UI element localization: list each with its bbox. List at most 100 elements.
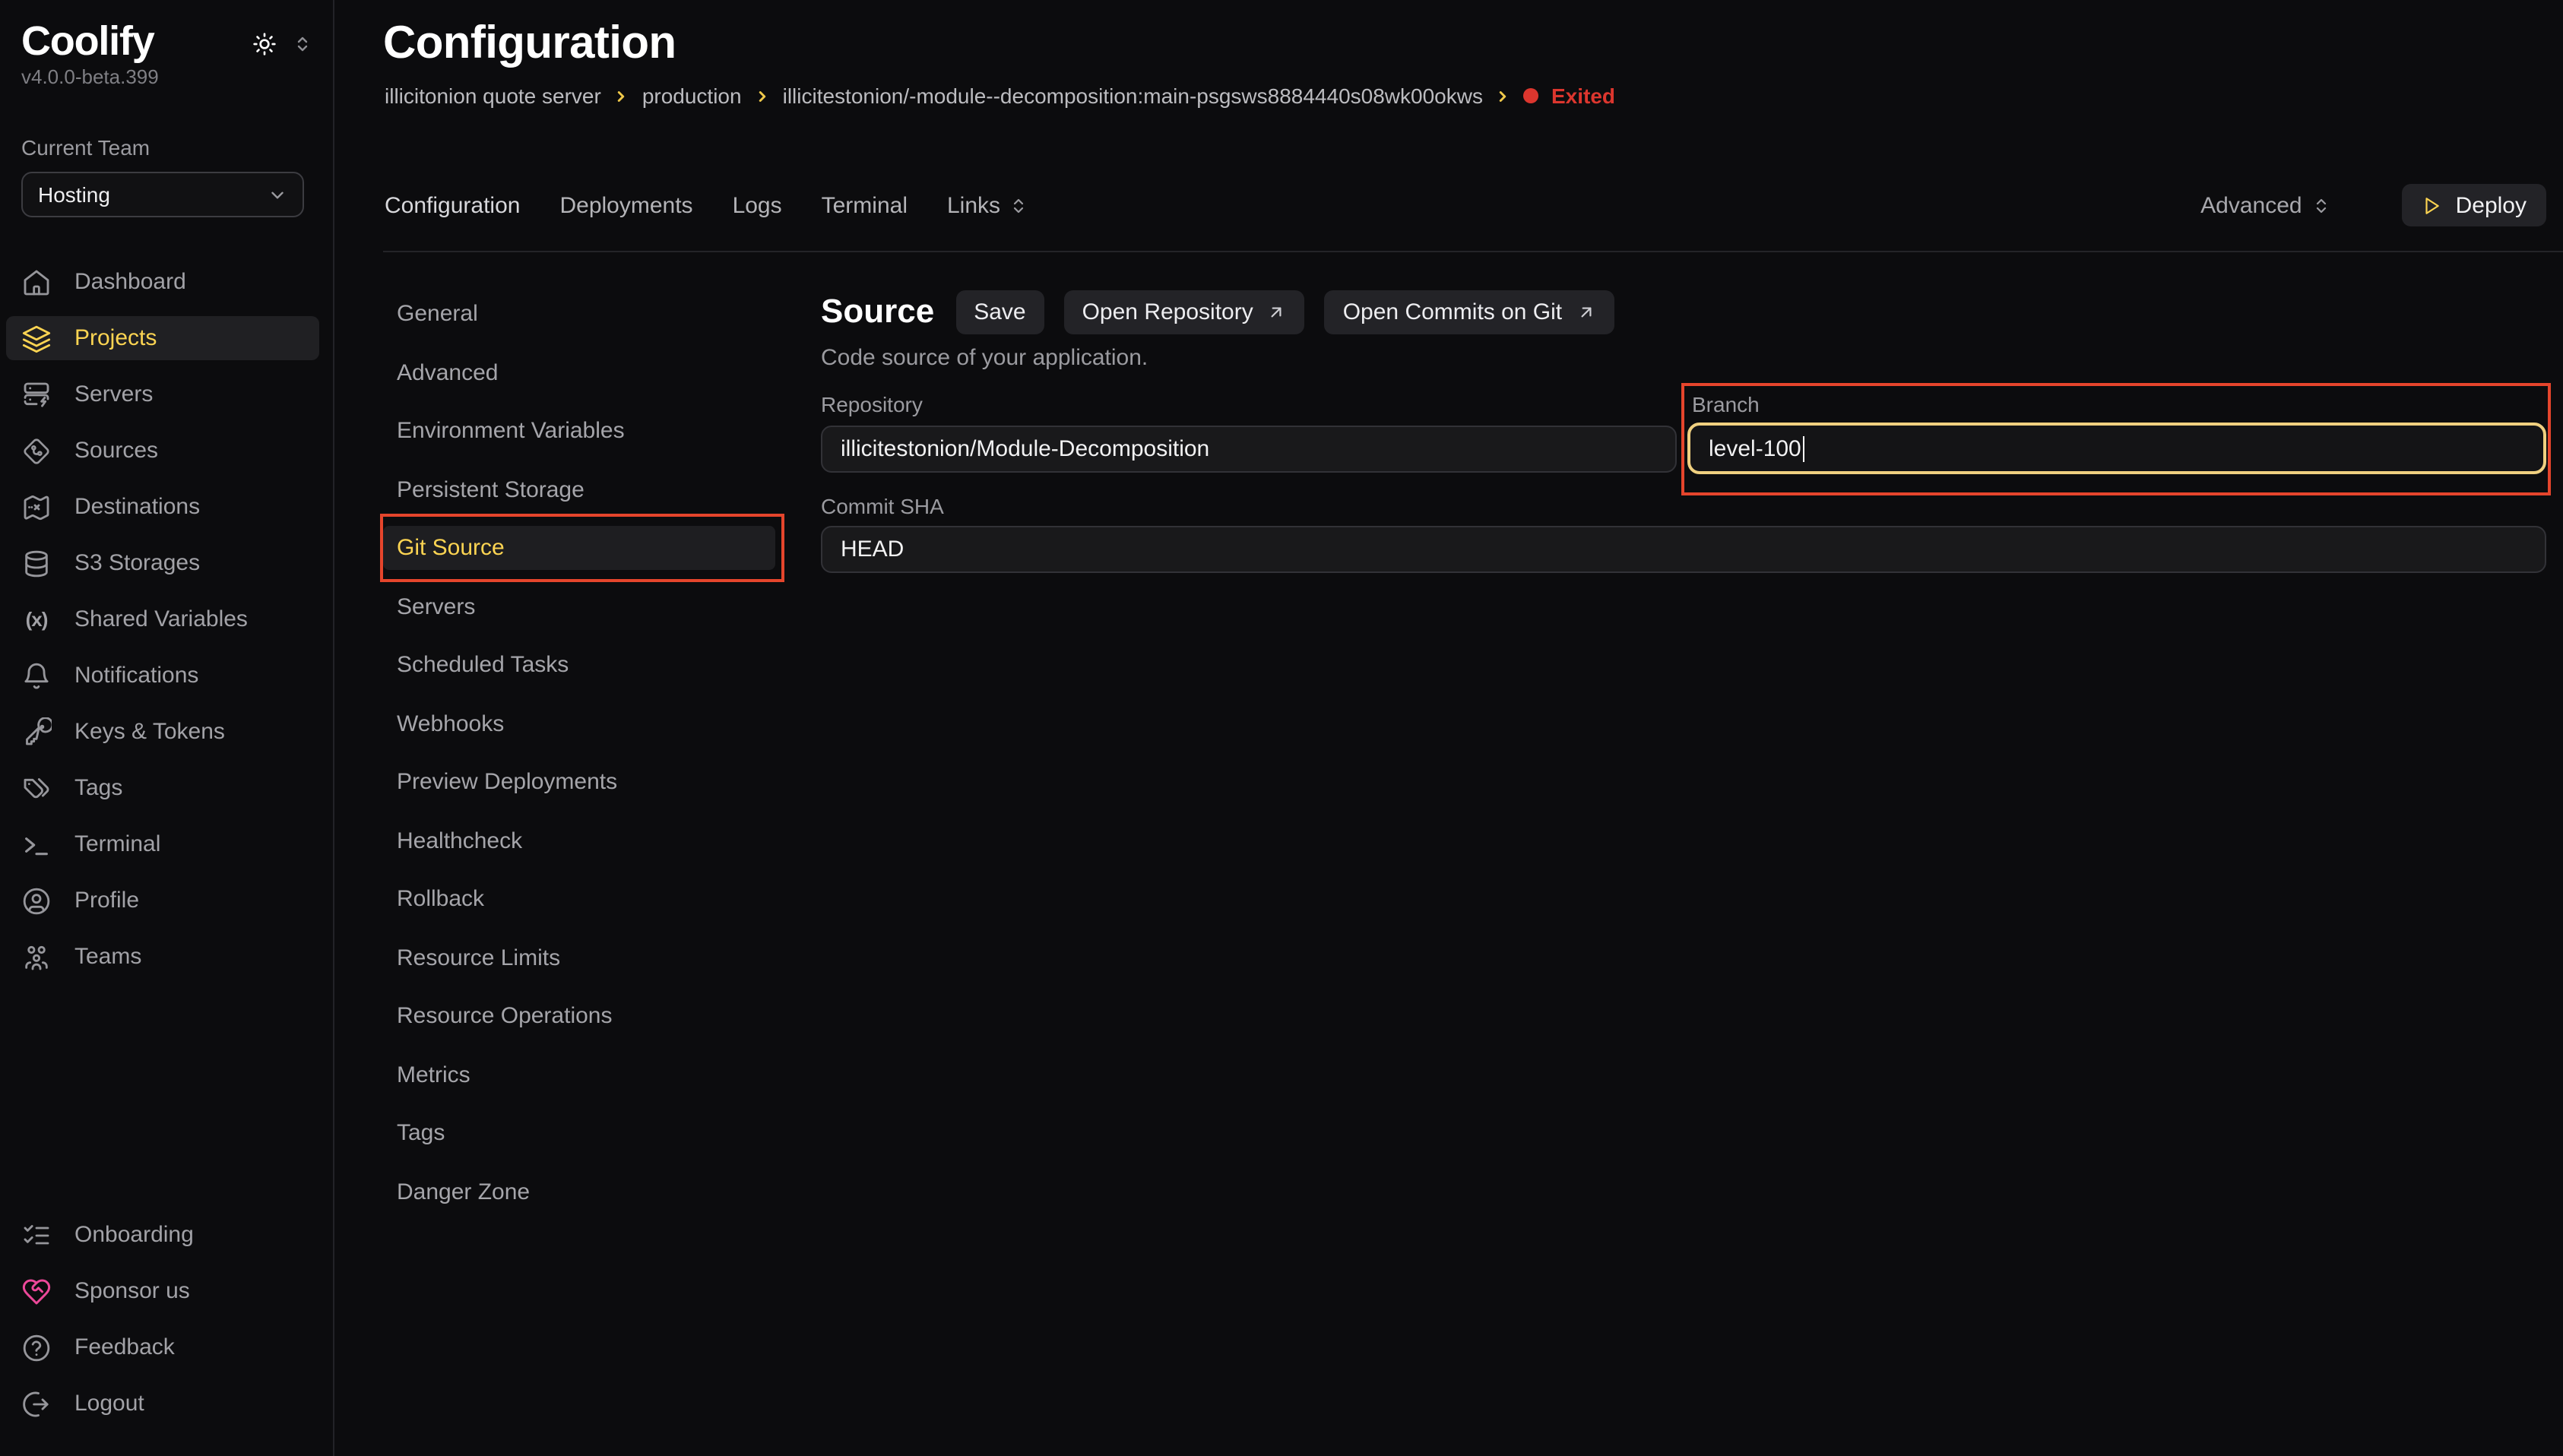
source-description: Code source of your application.: [821, 345, 2546, 372]
source-header: Source Save Open Repository Open Commits…: [821, 289, 2546, 334]
sidebar-item-projects[interactable]: Projects: [6, 316, 319, 360]
subnav-preview-deployments[interactable]: Preview Deployments: [383, 760, 775, 804]
subnav-resource-operations[interactable]: Resource Operations: [383, 994, 775, 1038]
subnav-rollback[interactable]: Rollback: [383, 877, 775, 921]
sidebar-item-label: Tags: [74, 775, 122, 801]
chevron-right-icon: [754, 88, 771, 105]
open-commits-button[interactable]: Open Commits on Git: [1325, 290, 1614, 334]
subnav-resource-limits[interactable]: Resource Limits: [383, 935, 775, 980]
sidebar-item-label: Notifications: [74, 663, 198, 688]
chevron-right-icon: [613, 88, 630, 105]
team-select-value: Hosting: [38, 182, 110, 207]
heart-icon: [21, 1276, 52, 1306]
tab-links[interactable]: Links: [947, 192, 1028, 218]
git-source-panel: Source Save Open Repository Open Commits…: [821, 289, 2546, 573]
commit-sha-label: Commit SHA: [821, 492, 2546, 520]
team-select[interactable]: Hosting: [21, 172, 304, 217]
status-badge: Exited: [1551, 84, 1615, 108]
users-icon: [21, 942, 52, 972]
save-button[interactable]: Save: [955, 290, 1044, 334]
tabbar-divider: [383, 251, 2563, 252]
bell-icon: [21, 660, 52, 691]
coolify-app: Coolify v4.0.0-beta.399 Current Team Hos…: [0, 0, 2563, 1456]
repository-label: Repository: [821, 391, 1677, 418]
tab-configuration[interactable]: Configuration: [385, 192, 520, 218]
git-source-icon: [21, 435, 52, 466]
sidebar-item-shared-variables[interactable]: (x) Shared Variables: [6, 597, 319, 641]
commit-sha-input[interactable]: HEAD: [821, 526, 2546, 573]
subnav-git-source[interactable]: Git Source: [383, 526, 775, 570]
sidebar-item-label: Keys & Tokens: [74, 719, 225, 745]
list-checks-icon: [21, 1220, 52, 1250]
subnav-environment-variables[interactable]: Environment Variables: [383, 409, 775, 453]
sidebar-item-tags[interactable]: Tags: [6, 766, 319, 810]
sidebar-item-keys-tokens[interactable]: Keys & Tokens: [6, 710, 319, 754]
sidebar-item-dashboard[interactable]: Dashboard: [6, 260, 319, 304]
breadcrumb-application[interactable]: illicitestonion/-module--decomposition:m…: [783, 84, 1483, 108]
breadcrumb: illicitonion quote server production ill…: [385, 84, 1615, 108]
sidebar-item-label: Destinations: [74, 494, 200, 520]
sidebar-item-s3-storages[interactable]: S3 Storages: [6, 541, 319, 585]
sidebar-item-terminal[interactable]: Terminal: [6, 822, 319, 866]
external-link-icon: [1576, 302, 1595, 321]
subnav-general[interactable]: General: [383, 292, 775, 336]
sidebar-item-profile[interactable]: Profile: [6, 878, 319, 923]
sidebar-item-label: Logout: [74, 1391, 144, 1416]
layers-icon: [21, 323, 52, 353]
tab-deployments[interactable]: Deployments: [559, 192, 692, 218]
chevrons-up-down-icon: [2313, 195, 2331, 215]
breadcrumb-project[interactable]: illicitonion quote server: [385, 84, 601, 108]
subnav-healthcheck[interactable]: Healthcheck: [383, 818, 775, 863]
page-title: Configuration: [383, 18, 676, 70]
deploy-button[interactable]: Deploy: [2403, 184, 2546, 226]
home-icon: [21, 267, 52, 297]
sidebar-item-destinations[interactable]: Destinations: [6, 485, 319, 529]
repository-input[interactable]: illicitestonion/Module-Decomposition: [821, 426, 1677, 473]
sidebar-nav: Dashboard Projects Servers Sources Desti…: [0, 260, 333, 979]
breadcrumb-environment[interactable]: production: [642, 84, 742, 108]
sidebar-item-label: S3 Storages: [74, 550, 200, 576]
subnav-danger-zone[interactable]: Danger Zone: [383, 1170, 775, 1214]
sidebar-item-label: Onboarding: [74, 1222, 194, 1248]
subnav-scheduled-tasks[interactable]: Scheduled Tasks: [383, 643, 775, 687]
subnav-advanced[interactable]: Advanced: [383, 350, 775, 394]
branch-input[interactable]: level-100: [1687, 423, 2546, 474]
variables-icon: (x): [21, 608, 52, 631]
sidebar-item-sources[interactable]: Sources: [6, 429, 319, 473]
branch-field: Branch level-100: [1687, 391, 2546, 474]
sidebar-item-logout[interactable]: Logout: [6, 1382, 319, 1426]
sidebar: Coolify v4.0.0-beta.399 Current Team Hos…: [0, 0, 334, 1456]
subnav-persistent-storage[interactable]: Persistent Storage: [383, 467, 775, 511]
sidebar-collapse-icon[interactable]: [293, 33, 312, 55]
sidebar-item-onboarding[interactable]: Onboarding: [6, 1213, 319, 1257]
sidebar-item-servers[interactable]: Servers: [6, 372, 319, 416]
app-version: v4.0.0-beta.399: [0, 67, 333, 88]
subnav-servers[interactable]: Servers: [383, 584, 775, 628]
sidebar-item-notifications[interactable]: Notifications: [6, 654, 319, 698]
sidebar-item-label: Profile: [74, 888, 139, 913]
tab-logs[interactable]: Logs: [733, 192, 782, 218]
open-repository-button[interactable]: Open Repository: [1064, 290, 1305, 334]
sidebar-item-teams[interactable]: Teams: [6, 935, 319, 979]
logout-icon: [21, 1388, 52, 1419]
sidebar-top-icons: [252, 32, 312, 56]
subnav-metrics[interactable]: Metrics: [383, 1052, 775, 1097]
theme-sun-icon[interactable]: [252, 32, 277, 56]
subnav-tags[interactable]: Tags: [383, 1111, 775, 1155]
sidebar-item-feedback[interactable]: Feedback: [6, 1325, 319, 1369]
sidebar-item-label: Terminal: [74, 831, 160, 857]
main-content: Configuration illicitonion quote server …: [334, 0, 2563, 1456]
tab-terminal[interactable]: Terminal: [822, 192, 908, 218]
advanced-dropdown[interactable]: Advanced: [2200, 192, 2330, 218]
repository-field: Repository illicitestonion/Module-Decomp…: [821, 391, 1677, 474]
fields-row: Repository illicitestonion/Module-Decomp…: [821, 391, 2546, 474]
section-title: Source: [821, 292, 934, 331]
sidebar-item-sponsor[interactable]: Sponsor us: [6, 1269, 319, 1313]
subnav-webhooks[interactable]: Webhooks: [383, 701, 775, 745]
branch-label: Branch: [1687, 391, 2546, 418]
tabbar: Configuration Deployments Logs Terminal …: [385, 182, 2546, 228]
play-icon: [2422, 195, 2442, 215]
map-icon: [21, 492, 52, 522]
user-circle-icon: [21, 885, 52, 916]
server-icon: [21, 379, 52, 410]
